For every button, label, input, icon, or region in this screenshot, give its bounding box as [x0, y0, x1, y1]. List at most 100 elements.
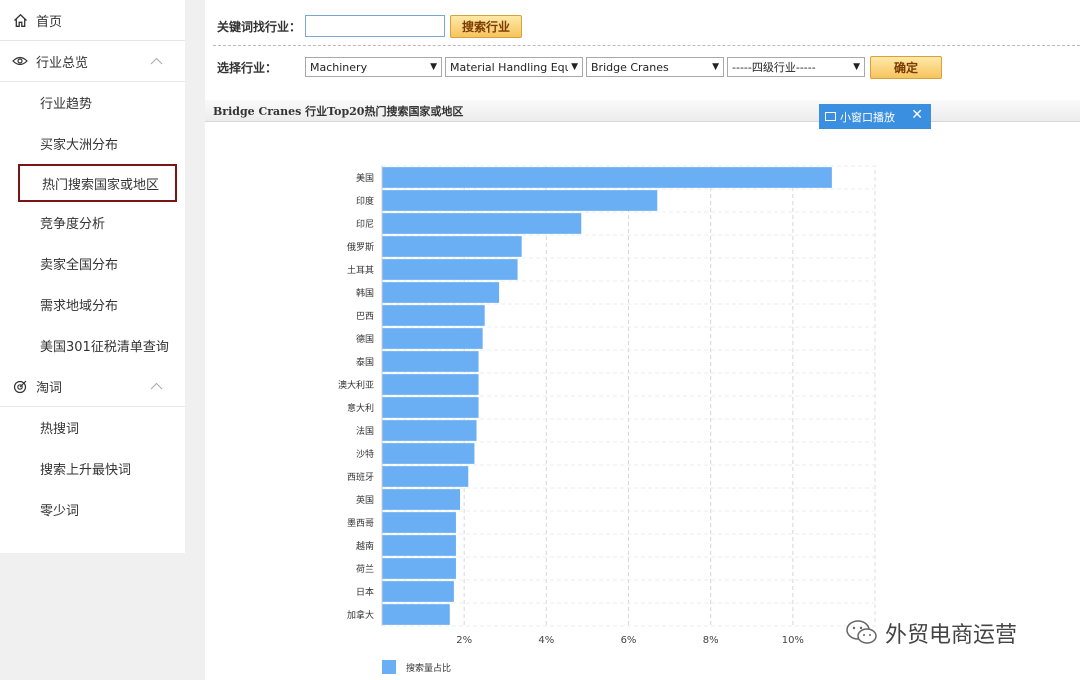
y-category-label: 俄罗斯: [347, 241, 374, 253]
close-icon[interactable]: ✕: [911, 107, 923, 123]
wechat-icon: [845, 618, 879, 648]
industry-level3-select[interactable]: Bridge Cranes ▼: [586, 57, 724, 77]
bar[interactable]: [382, 558, 456, 579]
search-input[interactable]: [305, 15, 445, 37]
select-row: 选择行业： Machinery ▼ Material Handling Equi…: [217, 55, 942, 79]
industry-level3-value: Bridge Cranes: [591, 60, 669, 74]
bar[interactable]: [382, 489, 461, 510]
bar[interactable]: [382, 213, 582, 234]
dropdown-arrow-icon: ▼: [712, 62, 719, 72]
nav-keywords-label: 淘词: [36, 380, 63, 396]
sidebar-item-industry-trend[interactable]: 行业趋势: [0, 82, 185, 123]
sidebar-item-competition[interactable]: 竞争度分析: [0, 202, 185, 243]
nav-home-label: 首页: [36, 14, 63, 30]
dropdown-arrow-icon: ▼: [571, 62, 578, 72]
chevron-up-icon[interactable]: [150, 379, 163, 394]
y-category-label: 荷兰: [356, 563, 374, 575]
sidebar-item-hot-keywords[interactable]: 热搜词: [0, 407, 185, 448]
search-row: 关键词找行业： 搜索行业: [217, 14, 522, 38]
y-category-label: 澳大利亚: [338, 379, 374, 391]
industry-level1-value: Machinery: [310, 60, 368, 74]
bar[interactable]: [382, 167, 832, 188]
y-category-label: 法国: [356, 425, 374, 437]
home-icon: [12, 12, 28, 28]
nav-industry-overview-label: 行业总览: [36, 55, 89, 71]
y-category-label: 越南: [356, 540, 374, 552]
x-tick-label: 4%: [538, 635, 554, 646]
watermark: 外贸电商运营: [845, 616, 1017, 650]
nav-keywords[interactable]: 淘词: [0, 366, 185, 407]
search-label: 关键词找行业：: [217, 19, 302, 34]
bar[interactable]: [382, 466, 469, 487]
sidebar-item-rising-keywords[interactable]: 搜索上升最快词: [0, 448, 185, 489]
y-category-label: 泰国: [356, 356, 374, 368]
y-category-label: 沙特: [356, 448, 374, 460]
target-icon: [12, 378, 28, 394]
bar[interactable]: [382, 535, 456, 556]
sidebar-item-buyer-continent[interactable]: 买家大洲分布: [0, 123, 185, 164]
sidebar: 首页 行业总览 行业趋势 买家大洲分布 热门搜索国家或地区 竞争度分析 卖家全国…: [0, 0, 185, 553]
industry-level2-value: Material Handling Equi: [450, 60, 568, 74]
confirm-button[interactable]: 确定: [870, 55, 942, 79]
industry-level4-value: -----四级行业-----: [732, 61, 816, 74]
y-category-label: 美国: [356, 172, 374, 184]
sidebar-item-hot-search-countries[interactable]: 热门搜索国家或地区: [18, 164, 177, 202]
bar[interactable]: [382, 420, 477, 441]
chart-title: Bridge Cranes 行业Top20热门搜索国家或地区: [205, 100, 1080, 122]
y-category-label: 墨西哥: [347, 518, 374, 529]
y-category-label: 加拿大: [347, 609, 374, 621]
bar[interactable]: [382, 305, 485, 326]
y-category-label: 印度: [356, 195, 374, 207]
bar[interactable]: [382, 259, 518, 280]
chevron-up-icon[interactable]: [150, 54, 163, 69]
mini-window-label: 小窗口播放: [840, 110, 895, 124]
bar[interactable]: [382, 236, 522, 257]
search-industry-button[interactable]: 搜索行业: [450, 14, 522, 38]
x-tick-label: 10%: [782, 635, 804, 646]
bar[interactable]: [382, 443, 475, 464]
watermark-text: 外贸电商运营: [885, 623, 1018, 648]
industry-level1-select[interactable]: Machinery ▼: [305, 57, 442, 77]
y-category-label: 土耳其: [347, 264, 374, 276]
industry-level4-select[interactable]: -----四级行业----- ▼: [727, 57, 865, 77]
bar[interactable]: [382, 397, 479, 418]
nav-industry-overview[interactable]: 行业总览: [0, 41, 185, 82]
x-tick-label: 2%: [456, 635, 472, 646]
y-category-label: 德国: [356, 333, 374, 345]
bar[interactable]: [382, 351, 479, 372]
y-category-label: 日本: [356, 586, 374, 598]
bar[interactable]: [382, 282, 500, 303]
divider: [213, 45, 1080, 46]
y-category-label: 韩国: [356, 287, 374, 299]
dropdown-arrow-icon: ▼: [853, 62, 860, 72]
nav-home[interactable]: 首页: [0, 0, 185, 41]
bar-chart: 2% 4% 6% 8% 10% 美国印度印尼俄罗斯土耳其韩国巴西德国泰国澳大利亚意大利法国…: [338, 165, 876, 674]
x-tick-label: 6%: [621, 635, 637, 646]
window-icon: [825, 112, 836, 121]
industry-level2-select[interactable]: Material Handling Equi ▼: [445, 57, 583, 77]
bar[interactable]: [382, 604, 450, 625]
bar[interactable]: [382, 328, 483, 349]
sidebar-item-demand-region[interactable]: 需求地域分布: [0, 284, 185, 325]
sidebar-item-seller-distribution[interactable]: 卖家全国分布: [0, 243, 185, 284]
eye-icon: [12, 53, 28, 69]
legend-label: 搜索量占比: [406, 662, 451, 674]
chart-area: 2% 4% 6% 8% 10% 美国印度印尼俄罗斯土耳其韩国巴西德国泰国澳大利亚意大利法国…: [205, 122, 1080, 680]
sidebar-item-low-competition-keywords[interactable]: 零少词: [0, 489, 185, 530]
mini-window-button[interactable]: 小窗口播放 ✕: [819, 104, 931, 129]
y-category-label: 巴西: [356, 311, 374, 322]
main-panel: 关键词找行业： 搜索行业 选择行业： Machinery ▼ Material …: [205, 0, 1080, 680]
bar[interactable]: [382, 374, 479, 395]
y-category-label: 英国: [356, 494, 374, 506]
y-category-label: 西班牙: [347, 471, 374, 483]
y-category-label: 意大利: [347, 402, 374, 414]
dropdown-arrow-icon: ▼: [430, 62, 437, 72]
y-category-label: 印尼: [356, 218, 374, 230]
bar[interactable]: [382, 190, 658, 211]
x-tick-label: 8%: [703, 635, 719, 646]
sidebar-item-us301-tariff[interactable]: 美国301征税清单查询: [0, 325, 185, 366]
bar[interactable]: [382, 581, 454, 602]
select-label: 选择行业：: [217, 60, 278, 75]
bar[interactable]: [382, 512, 456, 533]
legend-swatch[interactable]: [382, 660, 396, 674]
